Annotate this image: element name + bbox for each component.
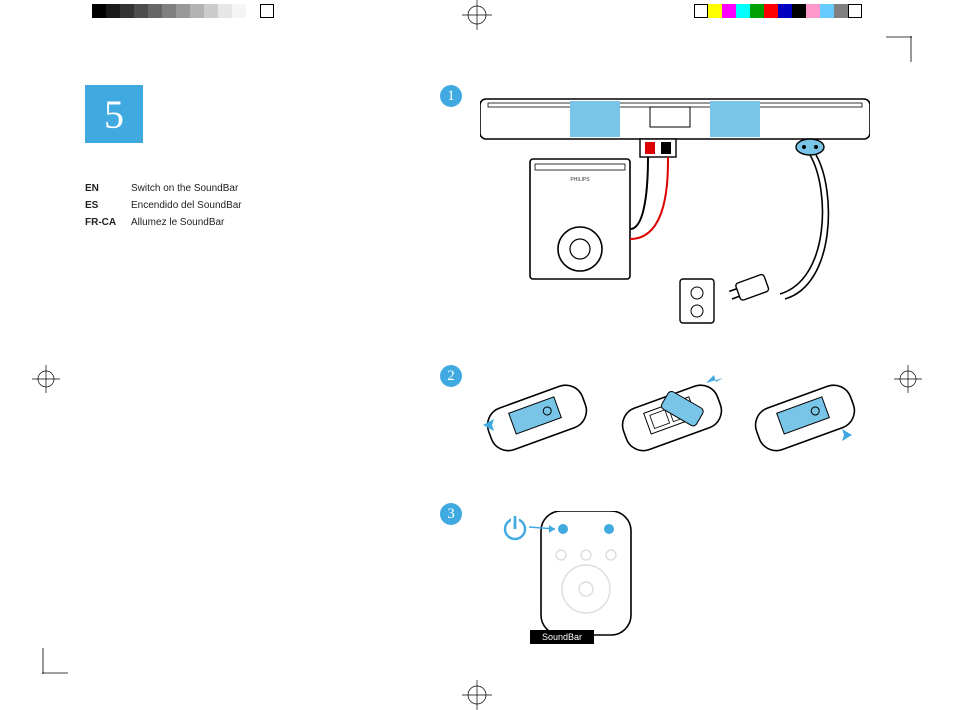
substep-3: 3 [440, 503, 462, 525]
diagram-power-remote [503, 511, 663, 641]
swatch [750, 4, 764, 18]
corner-mark-top-right [886, 36, 912, 62]
swatch [232, 4, 246, 18]
section-number-text: 5 [104, 91, 124, 138]
lang-row: ENSwitch on the SoundBar [85, 180, 242, 197]
substep-1-label: 1 [447, 88, 455, 105]
power-icon [505, 515, 525, 539]
remote-label-text: SoundBar [542, 632, 582, 642]
crop-mark-right [894, 365, 922, 393]
substep-1: 1 [440, 85, 462, 107]
swatch [708, 4, 722, 18]
swatch [92, 4, 106, 18]
swatch [848, 4, 862, 18]
corner-mark-bottom-left [42, 648, 68, 674]
svg-text:PHILIPS: PHILIPS [570, 177, 590, 183]
swatch [260, 4, 274, 18]
registration-color-bar [694, 4, 862, 18]
swatch [806, 4, 820, 18]
remote-label: SoundBar [530, 630, 594, 644]
substep-3-label: 3 [447, 506, 455, 523]
swatch [204, 4, 218, 18]
section-number: 5 [85, 85, 143, 143]
swatch [820, 4, 834, 18]
crop-mark-left [32, 365, 60, 393]
lang-code: ES [85, 197, 131, 214]
crop-mark-top [462, 0, 492, 30]
swatch [120, 4, 134, 18]
diagram-remote-battery [480, 375, 860, 485]
swatch [148, 4, 162, 18]
swatch [190, 4, 204, 18]
substep-2: 2 [440, 365, 462, 387]
swatch [162, 4, 176, 18]
crop-mark-bottom [462, 680, 492, 710]
swatch [764, 4, 778, 18]
swatch [246, 4, 260, 18]
swatch [736, 4, 750, 18]
swatch [792, 4, 806, 18]
diagram-connections: PHILIPS [480, 89, 870, 339]
substep-2-label: 2 [447, 368, 455, 385]
lang-row: ESEncendido del SoundBar [85, 197, 242, 214]
lang-text: Allumez le SoundBar [131, 214, 224, 231]
swatch [834, 4, 848, 18]
language-instructions: ENSwitch on the SoundBarESEncendido del … [85, 180, 242, 231]
swatch [176, 4, 190, 18]
lang-row: FR-CAAllumez le SoundBar [85, 214, 242, 231]
swatch [778, 4, 792, 18]
swatch [218, 4, 232, 18]
swatch [694, 4, 708, 18]
lang-code: FR-CA [85, 214, 131, 231]
lang-text: Encendido del SoundBar [131, 197, 242, 214]
swatch [722, 4, 736, 18]
lang-text: Switch on the SoundBar [131, 180, 238, 197]
registration-grayscale-bar [92, 4, 274, 18]
swatch [106, 4, 120, 18]
lang-code: EN [85, 180, 131, 197]
swatch [134, 4, 148, 18]
